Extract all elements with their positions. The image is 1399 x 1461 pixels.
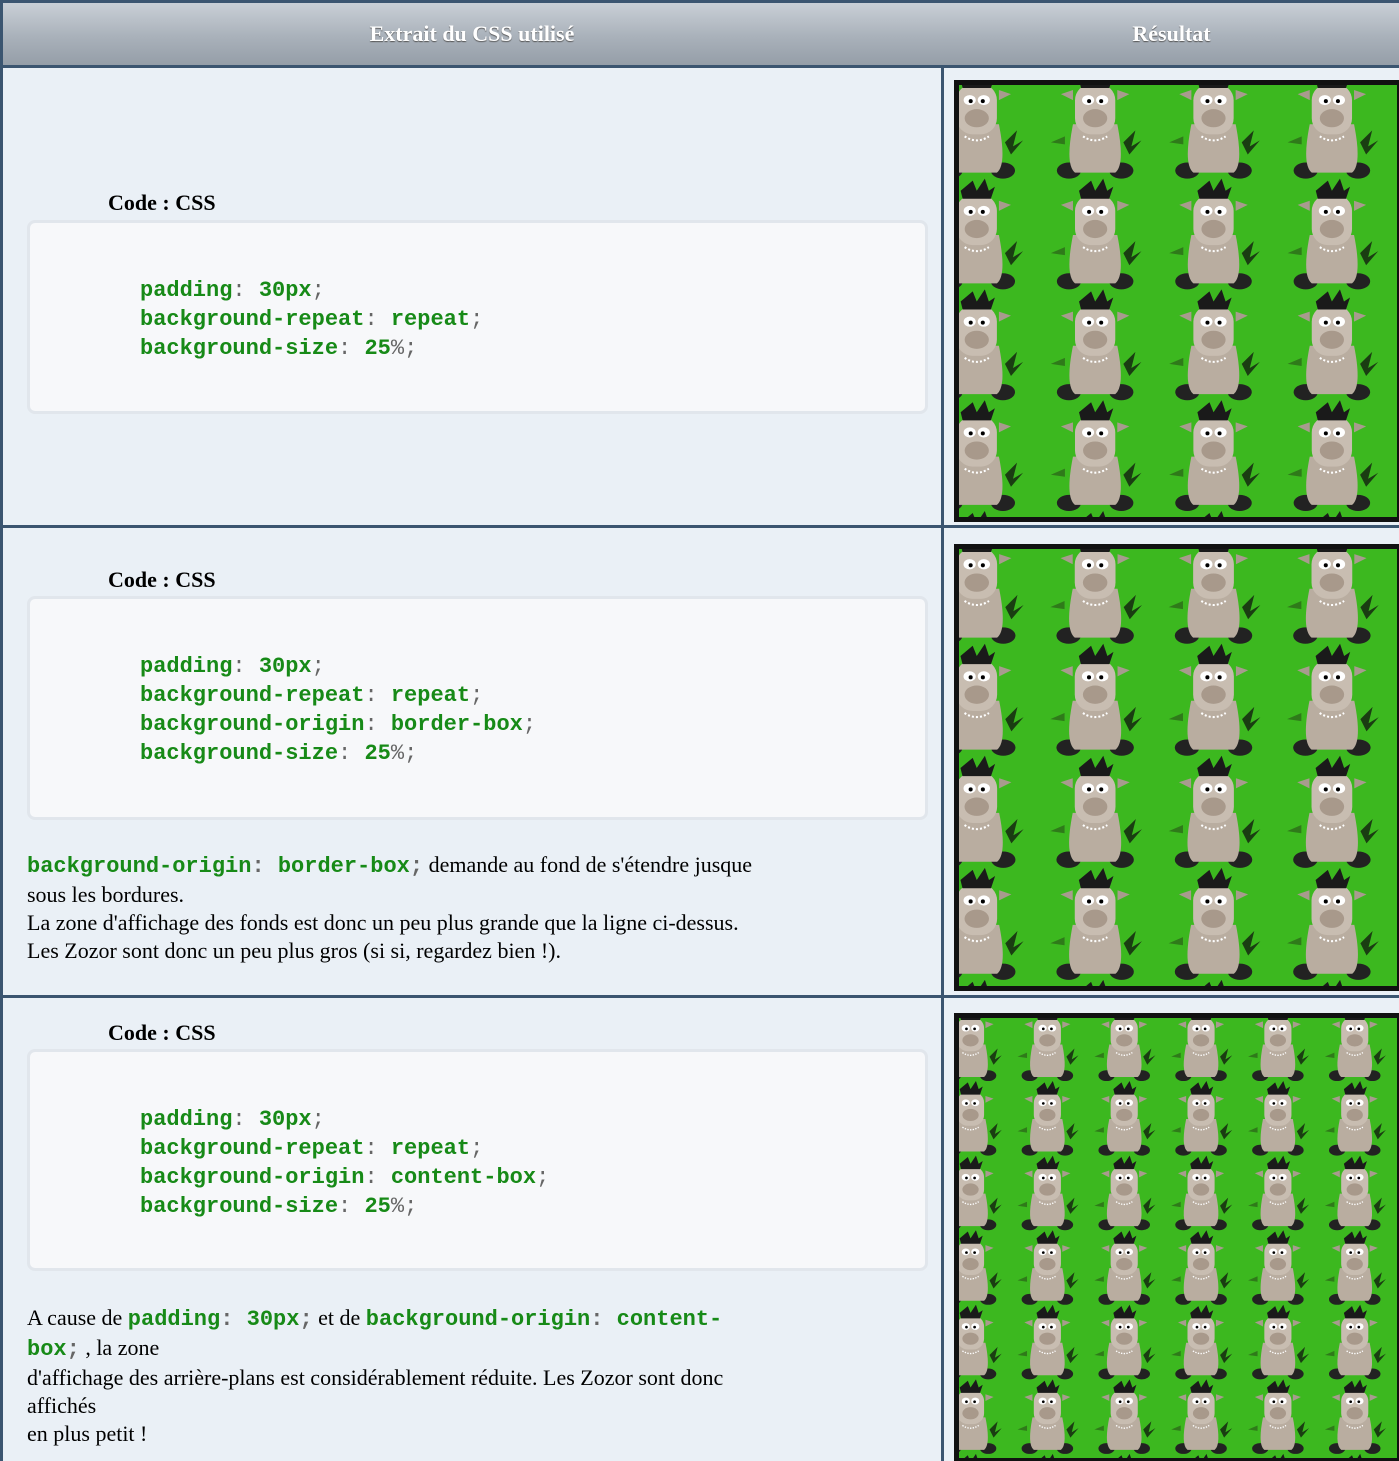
code-block[interactable]: padding: 30px; background-repeat: repeat… xyxy=(27,220,928,414)
code-line: background-size: 25%; xyxy=(140,741,418,766)
code-line: background-repeat: repeat; xyxy=(140,1136,484,1161)
zozor-tile-grid xyxy=(959,549,1397,986)
code-line: padding: 30px; xyxy=(140,1107,325,1132)
zozor-preview xyxy=(954,544,1399,991)
row3-result-cell xyxy=(944,998,1399,1461)
code-line: background-repeat: repeat; xyxy=(140,683,484,708)
code-line: padding: 30px; xyxy=(140,654,325,679)
code-line: padding: 30px; xyxy=(140,278,325,303)
zozor-preview xyxy=(954,80,1399,522)
row2-result-cell xyxy=(944,528,1399,995)
code-line: background-origin: content-box; xyxy=(140,1165,550,1190)
code-line: background-size: 25%; xyxy=(140,336,418,361)
code-title: Code : CSS xyxy=(108,567,216,592)
css-comparison-table: Extrait du CSS utilisé Résultat Code : C… xyxy=(0,0,1399,1461)
row1-result-cell xyxy=(944,68,1399,525)
code-block[interactable]: padding: 30px; background-repeat: repeat… xyxy=(27,1049,928,1271)
zozor-preview xyxy=(954,1013,1399,1461)
table-header: Extrait du CSS utilisé Résultat xyxy=(3,3,1399,68)
code-title: Code : CSS xyxy=(108,190,216,215)
code-line: background-origin: border-box; xyxy=(140,712,537,737)
code-title: Code : CSS xyxy=(108,1020,216,1045)
header-css-column: Extrait du CSS utilisé xyxy=(369,21,575,46)
code-line: background-size: 25%; xyxy=(140,1194,418,1219)
row2-description: background-origin: border-box; demande a… xyxy=(27,852,753,963)
row3-css-cell: Code : CSS padding: 30px; background-rep… xyxy=(3,998,941,1461)
code-block[interactable]: padding: 30px; background-repeat: repeat… xyxy=(27,596,928,820)
row1-css-cell: Code : CSS padding: 30px; background-rep… xyxy=(3,68,941,525)
row2-css-cell: Code : CSS padding: 30px; background-rep… xyxy=(3,528,941,995)
zozor-tile-grid xyxy=(959,85,1397,517)
row3-description: A cause de padding: 30px; et de backgrou… xyxy=(27,1305,724,1446)
header-result-column: Résultat xyxy=(1132,21,1211,46)
zozor-tile-grid xyxy=(959,1018,1397,1458)
code-line: background-repeat: repeat; xyxy=(140,307,484,332)
